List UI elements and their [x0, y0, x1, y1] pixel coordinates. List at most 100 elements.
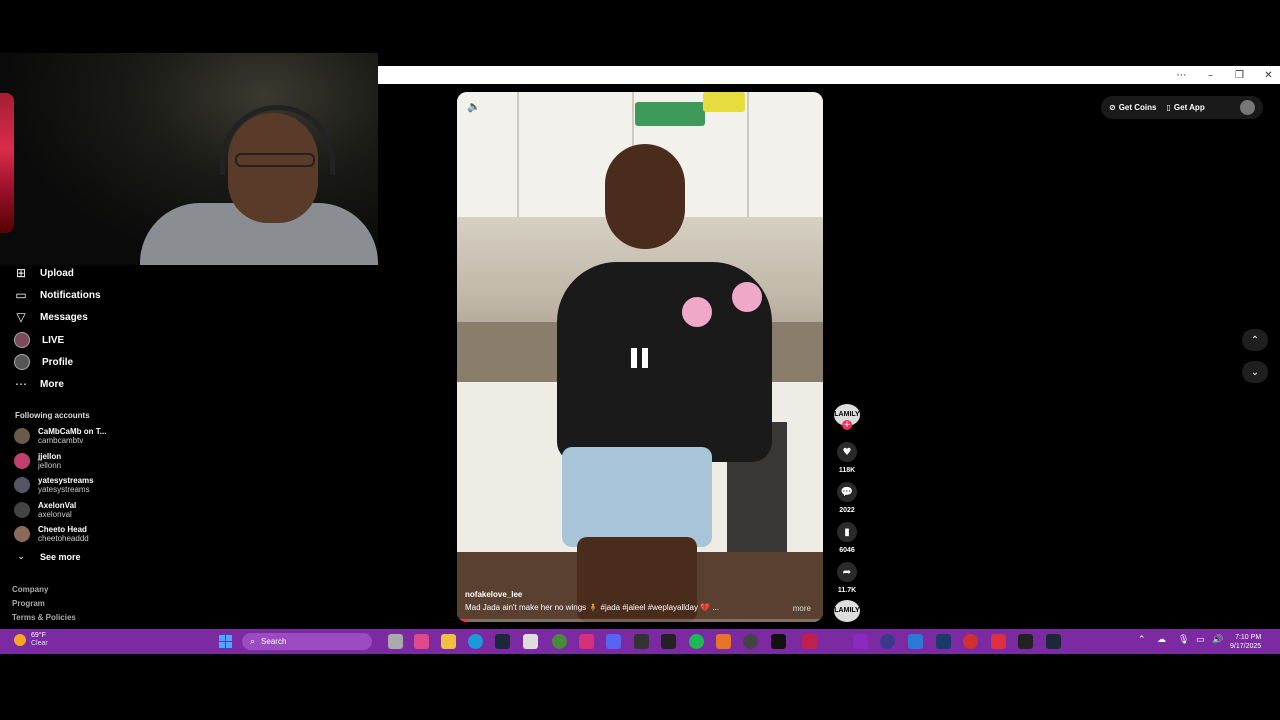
- share-count: 11.7K: [837, 587, 857, 594]
- letterbox-top: [0, 0, 1280, 53]
- store-icon[interactable]: [523, 634, 538, 649]
- sidebar-item-profile[interactable]: Profile: [14, 353, 73, 371]
- comment-count: 2022: [839, 507, 855, 514]
- instagram-icon[interactable]: [579, 634, 594, 649]
- app-icon[interactable]: [963, 634, 978, 649]
- bookmark-icon[interactable]: ▮: [837, 522, 857, 542]
- sidebar-item-live[interactable]: LIVE: [14, 331, 64, 349]
- following-account[interactable]: Cheeto Head cheetoheaddd: [14, 523, 144, 545]
- sidebar-item-label: Notifications: [40, 289, 101, 301]
- see-more-label: See more: [40, 552, 81, 562]
- get-app-label: Get App: [1173, 103, 1205, 112]
- obs-icon[interactable]: [743, 634, 758, 649]
- volume-icon[interactable]: 🔊: [1212, 635, 1223, 645]
- account-avatar: [14, 428, 30, 444]
- follow-plus-icon[interactable]: +: [842, 420, 852, 430]
- get-app-button[interactable]: ▯ Get App: [1166, 103, 1204, 112]
- sidebar-item-label: Profile: [42, 356, 74, 368]
- sidebar-item-messages[interactable]: ▽ Messages: [14, 308, 88, 326]
- sidebar-item-label: Messages: [40, 311, 88, 323]
- live-avatar-icon: [14, 332, 30, 348]
- taskbar-clock[interactable]: 7:10 PM 9/17/2025: [1230, 633, 1261, 651]
- steam-icon[interactable]: [495, 634, 510, 649]
- app-icon[interactable]: [1018, 634, 1033, 649]
- task-view-icon[interactable]: [388, 634, 403, 649]
- app-icon[interactable]: [802, 634, 817, 649]
- steam-icon[interactable]: [1046, 634, 1061, 649]
- app-icon[interactable]: [908, 634, 923, 649]
- comment-icon[interactable]: 💬: [837, 482, 857, 502]
- microphone-icon[interactable]: 🎙: [1178, 635, 1189, 645]
- footer-link-program[interactable]: Program: [12, 599, 45, 608]
- video-player[interactable]: 🔈 nofakelove_lee Mad Jada ain't make her…: [457, 92, 823, 622]
- window-menu-icon[interactable]: ⋯: [1176, 70, 1187, 81]
- account-avatar: [14, 477, 30, 493]
- copilot-icon[interactable]: [414, 634, 429, 649]
- music-disc-avatar[interactable]: LAMILY: [834, 600, 860, 622]
- more-icon: ⋯: [15, 377, 27, 391]
- caption-more-button[interactable]: more: [793, 604, 811, 613]
- like-count: 118K: [838, 467, 856, 474]
- account-handle: jellonn: [38, 461, 62, 470]
- video-progress-bar[interactable]: [457, 619, 823, 622]
- account-name: AxelonVal: [38, 501, 77, 510]
- sidebar-item-more[interactable]: ⋯ More: [14, 375, 64, 393]
- share-icon[interactable]: ➦: [837, 562, 857, 582]
- sidebar-item-label: More: [40, 378, 64, 390]
- messages-icon: ▽: [16, 310, 26, 324]
- pause-icon[interactable]: [631, 348, 649, 368]
- following-account[interactable]: yatesystreams yatesystreams: [14, 474, 144, 496]
- onedrive-icon[interactable]: ☁: [1157, 635, 1166, 645]
- account-name: jjellon: [38, 452, 62, 461]
- following-account[interactable]: jjellon jellonn: [14, 450, 144, 472]
- footer-link-company[interactable]: Company: [12, 585, 48, 594]
- chrome-icon[interactable]: [552, 634, 567, 649]
- red-light: [0, 93, 14, 233]
- sidebar-item-notifications[interactable]: ▭ Notifications: [14, 286, 101, 304]
- letterbox-bottom: [0, 654, 1280, 720]
- window-maximize-icon[interactable]: ❐: [1234, 70, 1245, 81]
- app-icon[interactable]: [634, 634, 649, 649]
- volume-icon[interactable]: 🔈: [467, 100, 481, 113]
- upload-icon: ⊞: [15, 266, 27, 280]
- webcam-overlay: [0, 53, 378, 265]
- weather-widget[interactable]: 69°F Clear: [14, 632, 48, 648]
- window-titlebar: ⋯ – ❐ ✕: [378, 66, 1280, 84]
- account-avatar: [14, 526, 30, 542]
- app-icon[interactable]: [991, 634, 1006, 649]
- window-minimize-icon[interactable]: –: [1205, 70, 1216, 81]
- save-count: 6046: [839, 547, 855, 554]
- discord-icon[interactable]: [606, 634, 621, 649]
- clock-time: 7:10 PM: [1235, 634, 1262, 641]
- tray-chevron-up-icon[interactable]: ⌃: [1138, 635, 1146, 645]
- sidebar-item-upload[interactable]: ⊞ Upload: [14, 264, 74, 282]
- previous-video-chevron-up-icon[interactable]: ⌃: [1242, 329, 1268, 351]
- app-icon[interactable]: [716, 634, 731, 649]
- account-name: yatesystreams: [38, 476, 94, 485]
- following-account[interactable]: CaMbCaMb on T... cambcambtv: [14, 425, 144, 447]
- like-heart-icon[interactable]: ♥: [837, 442, 857, 462]
- following-accounts-title: Following accounts: [15, 411, 90, 420]
- user-avatar[interactable]: [1240, 100, 1255, 115]
- phone-icon: ▯: [1166, 103, 1171, 112]
- tiktok-icon[interactable]: [771, 634, 786, 649]
- windows-start-icon[interactable]: [219, 635, 232, 648]
- file-explorer-icon[interactable]: [441, 634, 456, 649]
- app-icon[interactable]: [661, 634, 676, 649]
- spotify-icon[interactable]: [689, 634, 704, 649]
- app-icon[interactable]: [936, 634, 951, 649]
- footer-link-terms[interactable]: Terms & Policies: [12, 613, 76, 622]
- taskbar-search[interactable]: ⌕ Search: [242, 633, 372, 650]
- video-author[interactable]: nofakelove_lee: [465, 590, 522, 599]
- see-more-button[interactable]: ⌄ See more: [14, 548, 81, 566]
- following-account[interactable]: AxelonVal axelonval: [14, 499, 144, 521]
- network-icon[interactable]: ▭: [1196, 635, 1205, 645]
- clock-date: 9/17/2025: [1230, 643, 1262, 650]
- next-video-chevron-down-icon[interactable]: ⌄: [1242, 361, 1268, 383]
- messenger-icon[interactable]: [880, 634, 895, 649]
- edge-icon[interactable]: [468, 634, 483, 649]
- get-coins-button[interactable]: ⊘ Get Coins: [1109, 103, 1156, 112]
- notifications-icon: ▭: [15, 288, 27, 302]
- app-icon[interactable]: [853, 634, 868, 649]
- window-close-icon[interactable]: ✕: [1263, 70, 1274, 81]
